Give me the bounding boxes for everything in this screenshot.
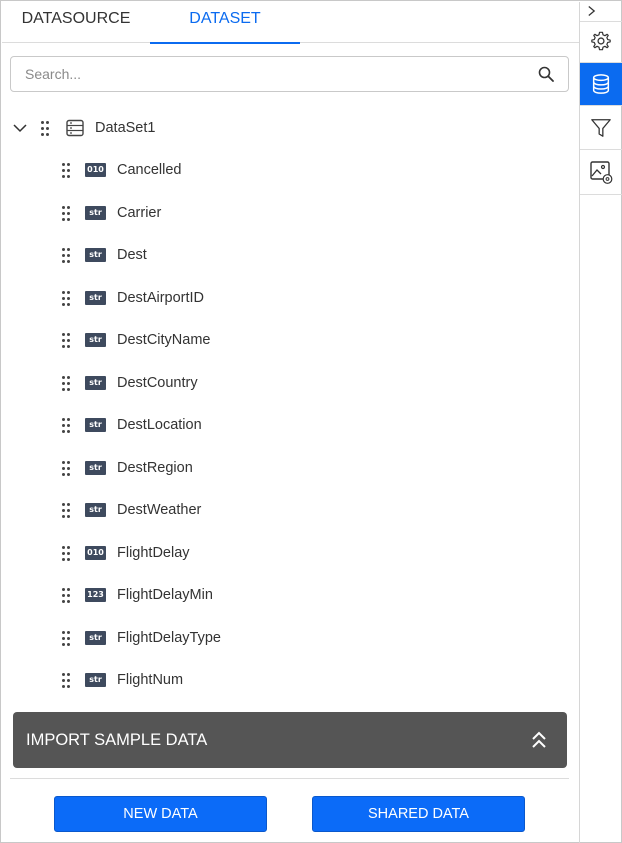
drag-handle-icon[interactable] — [62, 460, 70, 477]
tab-dataset[interactable]: DATASET — [150, 2, 300, 44]
properties-button[interactable] — [580, 22, 622, 63]
shared-data-button[interactable]: SHARED DATA — [312, 796, 525, 832]
drag-handle-icon[interactable] — [62, 545, 70, 562]
field-item[interactable]: str DestWeather — [2, 489, 579, 531]
drag-handle-icon[interactable] — [62, 163, 70, 179]
gear-icon — [591, 31, 611, 51]
type-badge-number: 123 — [85, 588, 106, 602]
type-badge-string: str — [85, 630, 106, 645]
field-item[interactable]: 010 Cancelled — [2, 149, 579, 191]
right-sidebar — [579, 2, 622, 843]
data-panel: DATASOURCE DATASET Search... DataSet1 01… — [2, 2, 579, 843]
field-item[interactable]: str FlightNum — [2, 659, 579, 701]
divider — [10, 778, 569, 779]
tree-root-dataset[interactable]: DataSet1 — [2, 107, 579, 149]
drag-handle-icon[interactable] — [62, 205, 70, 222]
field-item[interactable]: str DestAirportID — [2, 277, 579, 319]
type-badge-string: str — [85, 205, 106, 220]
field-name: DestRegion — [117, 459, 193, 476]
field-name: FlightDelayType — [117, 629, 221, 646]
image-settings-icon — [590, 161, 613, 184]
drag-handle-icon[interactable] — [62, 333, 70, 349]
field-name: Cancelled — [117, 162, 182, 178]
import-sample-data-panel[interactable]: IMPORT SAMPLE DATA — [13, 712, 567, 768]
field-item[interactable]: str DestCityName — [2, 319, 579, 361]
field-name: DestWeather — [117, 502, 202, 518]
drag-handle-icon[interactable] — [62, 588, 70, 604]
type-badge-string: str — [85, 460, 106, 475]
double-chevron-up-icon[interactable] — [531, 730, 547, 750]
filter-icon — [591, 119, 611, 137]
type-badge-string: str — [85, 503, 106, 517]
image-settings-button[interactable] — [580, 150, 622, 195]
field-name: FlightDelayMin — [117, 587, 213, 603]
field-item[interactable]: str Dest — [2, 234, 579, 276]
dataset-table-icon — [66, 119, 84, 137]
type-badge-string: str — [85, 333, 106, 347]
field-name: DestCountry — [117, 374, 198, 391]
collapse-panel-button[interactable] — [580, 2, 622, 22]
drag-handle-icon[interactable] — [62, 673, 70, 689]
new-data-button[interactable]: NEW DATA — [54, 796, 267, 832]
field-name: FlightDelay — [117, 544, 190, 561]
search-icon[interactable] — [538, 66, 554, 82]
drag-handle-icon[interactable] — [41, 121, 49, 137]
dataset-name: DataSet1 — [95, 120, 156, 136]
field-name: Carrier — [117, 204, 162, 221]
field-item[interactable]: str DestCountry — [2, 362, 579, 404]
drag-handle-icon[interactable] — [62, 375, 70, 392]
tab-datasource[interactable]: DATASOURCE — [2, 2, 150, 43]
type-badge-string: str — [85, 290, 106, 305]
field-item[interactable]: str FlightDelayType — [2, 617, 579, 659]
drag-handle-icon[interactable] — [62, 290, 70, 307]
import-sample-data-label: IMPORT SAMPLE DATA — [26, 731, 208, 749]
tab-bar: DATASOURCE DATASET — [2, 2, 579, 44]
field-name: DestAirportID — [117, 289, 205, 306]
field-item[interactable]: 010 FlightDelay — [2, 532, 579, 574]
field-item[interactable]: str Carrier — [2, 192, 579, 234]
type-badge-string: str — [85, 248, 106, 262]
drag-handle-icon[interactable] — [62, 630, 70, 647]
type-badge-string: str — [85, 673, 106, 687]
field-name: Dest — [117, 247, 147, 263]
drag-handle-icon[interactable] — [62, 503, 70, 519]
data-button[interactable] — [580, 63, 622, 106]
drag-handle-icon[interactable] — [62, 418, 70, 434]
field-name: DestLocation — [117, 417, 202, 433]
field-item[interactable]: str DestRegion — [2, 447, 579, 489]
type-badge-string: str — [85, 375, 106, 390]
chevron-down-icon[interactable] — [12, 121, 28, 135]
report-designer-panel: DATASOURCE DATASET Search... DataSet1 01… — [0, 0, 622, 843]
type-badge-string: str — [85, 418, 106, 432]
chevron-right-icon — [588, 6, 596, 16]
field-name: DestCityName — [117, 332, 211, 348]
search-box — [10, 56, 569, 92]
field-name: FlightNum — [117, 672, 184, 688]
type-badge-boolean: 010 — [85, 163, 106, 177]
field-item[interactable]: str DestLocation — [2, 404, 579, 446]
type-badge-boolean: 010 — [85, 545, 106, 560]
field-item[interactable]: 123 FlightDelayMin — [2, 574, 579, 616]
filter-button[interactable] — [580, 106, 622, 150]
drag-handle-icon[interactable] — [62, 248, 70, 264]
database-icon — [592, 74, 610, 94]
search-input[interactable] — [11, 57, 531, 91]
